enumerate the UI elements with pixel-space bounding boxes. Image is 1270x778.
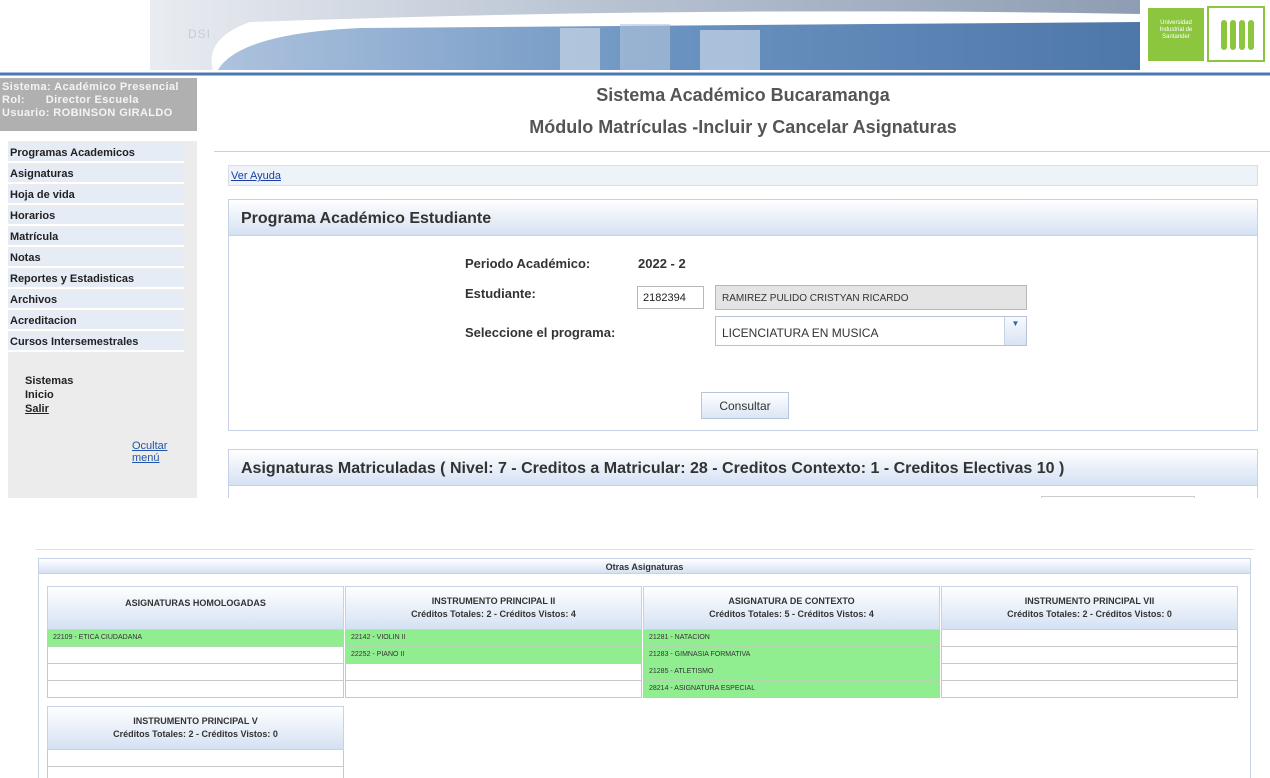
student-code-input[interactable]: 2182394 — [637, 286, 704, 309]
bottom-divider — [36, 549, 1254, 550]
group-title: INSTRUMENTO PRINCIPAL II — [431, 596, 556, 606]
group-credits: Créditos Totales: 2 - Créditos Vistos: 0 — [1007, 609, 1172, 619]
group-header: ASIGNATURA DE CONTEXTO Créditos Totales:… — [643, 586, 940, 630]
matriculadas-title: Asignaturas Matriculadas ( Nivel: 7 - Cr… — [229, 450, 1257, 486]
subject-row[interactable]: 28214 - ASIGNATURA ESPECIAL — [643, 681, 940, 698]
group-contexto: ASIGNATURA DE CONTEXTO Créditos Totales:… — [643, 586, 940, 698]
sidebar: Programas Academicos Asignaturas Hoja de… — [8, 141, 197, 498]
chevron-down-icon[interactable]: ▼ — [1004, 317, 1026, 345]
ocultar-menu-link[interactable]: Ocultar menú — [132, 440, 197, 464]
banner: DSI Universidad Industrial de Santander — [0, 0, 1270, 76]
subject-row[interactable]: 21281 - NATACION — [643, 630, 940, 647]
programa-academico-panel: Programa Académico Estudiante Periodo Ac… — [228, 199, 1258, 431]
group-instrumento-vii: INSTRUMENTO PRINCIPAL VII Créditos Total… — [941, 586, 1238, 698]
uis-logo-icon — [1221, 20, 1254, 50]
sidebar-item-matricula[interactable]: Matrícula — [8, 228, 184, 247]
subject-row — [345, 664, 642, 681]
sidebar-item-notas[interactable]: Notas — [8, 249, 184, 268]
subject-row — [941, 630, 1238, 647]
subject-row — [47, 681, 344, 698]
sidebar-item-hoja-de-vida[interactable]: Hoja de vida — [8, 186, 184, 205]
subject-row[interactable]: 22252 - PIANO II — [345, 647, 642, 664]
subject-row[interactable]: 22109 - ETICA CIUDADANA — [47, 630, 344, 647]
salir-link[interactable]: Salir — [25, 403, 49, 415]
asignaturas-matriculadas-panel: Asignaturas Matriculadas ( Nivel: 7 - Cr… — [228, 449, 1258, 498]
group-title: ASIGNATURA DE CONTEXTO — [728, 596, 855, 606]
ver-ayuda-link[interactable]: Ver Ayuda — [231, 170, 281, 182]
subject-row[interactable]: 22142 - VIOLIN II — [345, 630, 642, 647]
sidebar-item-reportes[interactable]: Reportes y Estadisticas — [8, 270, 184, 289]
top-screen: DSI Universidad Industrial de Santander … — [0, 0, 1270, 498]
subject-row — [941, 664, 1238, 681]
matriculadas-search-box[interactable] — [1041, 496, 1195, 498]
subject-row — [47, 767, 344, 778]
user-rol: Rol: Director Escuela — [2, 94, 139, 106]
sidebar-item-horarios[interactable]: Horarios — [8, 207, 184, 226]
dsi-label: DSI — [188, 27, 212, 41]
header-divider — [214, 151, 1270, 152]
inicio-link[interactable]: Inicio — [25, 389, 54, 401]
sidebar-item-programas[interactable]: Programas Academicos — [8, 144, 184, 163]
subject-row — [941, 647, 1238, 664]
group-credits: Créditos Totales: 2 - Créditos Vistos: 0 — [113, 729, 278, 739]
sidebar-item-archivos[interactable]: Archivos — [8, 291, 184, 310]
user-usuario: Usuario: ROBINSON GIRALDO — [2, 107, 173, 119]
subject-row — [345, 681, 642, 698]
otras-asignaturas-body: ASIGNATURAS HOMOLOGADAS 22109 - ETICA CI… — [38, 574, 1251, 778]
student-name-field: RAMIREZ PULIDO CRISTYAN RICARDO — [715, 285, 1027, 310]
programa-select[interactable]: LICENCIATURA EN MUSICA ▼ — [715, 316, 1027, 346]
programa-panel-title: Programa Académico Estudiante — [229, 200, 1257, 236]
group-credits: Créditos Totales: 2 - Créditos Vistos: 4 — [411, 609, 576, 619]
help-bar: Ver Ayuda — [228, 165, 1258, 186]
group-credits: Créditos Totales: 5 - Créditos Vistos: 4 — [709, 609, 874, 619]
group-header: ASIGNATURAS HOMOLOGADAS — [47, 586, 344, 630]
subject-row[interactable]: 21285 - ATLETISMO — [643, 664, 940, 681]
programa-label: Seleccione el programa: — [465, 325, 616, 340]
group-title: ASIGNATURAS HOMOLOGADAS — [125, 598, 266, 608]
subject-row — [47, 664, 344, 681]
sidebar-item-cursos-intersemestrales[interactable]: Cursos Intersemestrales — [8, 333, 184, 352]
group-instrumento-ii: INSTRUMENTO PRINCIPAL II Créditos Totale… — [345, 586, 642, 698]
consultar-button[interactable]: Consultar — [701, 392, 789, 419]
periodo-value: 2022 - 2 — [638, 256, 686, 271]
group-header: INSTRUMENTO PRINCIPAL VII Créditos Total… — [941, 586, 1238, 630]
sistemas-link[interactable]: Sistemas — [25, 375, 73, 387]
subject-row — [47, 750, 344, 767]
otras-asignaturas-title: Otras Asignaturas — [38, 558, 1251, 574]
programa-select-value: LICENCIATURA EN MUSICA — [722, 326, 879, 340]
group-instrumento-v: INSTRUMENTO PRINCIPAL V Créditos Totales… — [47, 706, 344, 778]
subject-row — [47, 647, 344, 664]
group-homologadas: ASIGNATURAS HOMOLOGADAS 22109 - ETICA CI… — [47, 586, 344, 698]
user-info-box: Sistema: Académico Presencial Rol: Direc… — [0, 78, 197, 131]
sidebar-item-asignaturas[interactable]: Asignaturas — [8, 165, 184, 184]
group-title: INSTRUMENTO PRINCIPAL VII — [1024, 596, 1155, 606]
page-title: Sistema Académico Bucaramanga — [596, 85, 890, 105]
group-header: INSTRUMENTO PRINCIPAL II Créditos Totale… — [345, 586, 642, 630]
group-title: INSTRUMENTO PRINCIPAL V — [133, 716, 258, 726]
university-name-badge: Universidad Industrial de Santander — [1148, 8, 1204, 61]
user-sistema: Sistema: Académico Presencial — [2, 81, 179, 93]
page-subtitle: Módulo Matrículas -Incluir y Cancelar As… — [529, 117, 957, 137]
bottom-screen: Otras Asignaturas ASIGNATURAS HOMOLOGADA… — [0, 528, 1270, 778]
periodo-label: Periodo Académico: — [465, 256, 591, 271]
uis-logo — [1207, 6, 1265, 62]
group-header: INSTRUMENTO PRINCIPAL V Créditos Totales… — [47, 706, 344, 750]
estudiante-label: Estudiante: — [465, 286, 536, 301]
subject-row[interactable]: 21283 - GIMNASIA FORMATIVA — [643, 647, 940, 664]
subject-row — [941, 681, 1238, 698]
sidebar-item-acreditacion[interactable]: Acreditacion — [8, 312, 184, 331]
